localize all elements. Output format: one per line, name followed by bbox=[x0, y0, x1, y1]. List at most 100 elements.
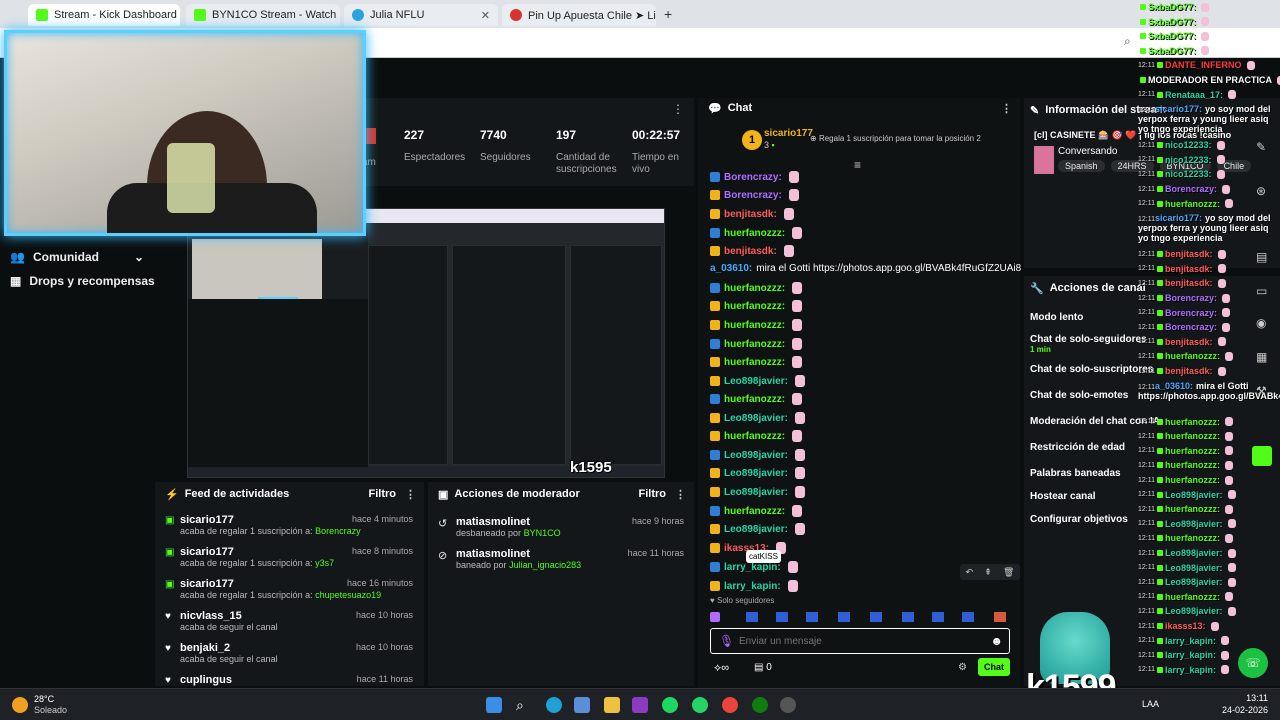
chat-message[interactable]: huerfanozzz: bbox=[710, 356, 803, 368]
chat-message[interactable]: Leo898javier: bbox=[710, 375, 805, 387]
activity-menu-icon[interactable]: ⋮ bbox=[405, 488, 416, 501]
reply-icon[interactable]: ↶ bbox=[966, 567, 974, 578]
chat-message[interactable]: huerfanozzz: bbox=[710, 393, 803, 405]
channel-action-item[interactable]: Hostear canal bbox=[1030, 491, 1096, 502]
chat-message[interactable]: benjitasdk: bbox=[710, 245, 794, 257]
chat-username[interactable]: benjitasdk: bbox=[724, 246, 777, 257]
trash-icon[interactable]: 🗑 bbox=[1003, 567, 1014, 578]
emote-icon[interactable] bbox=[792, 356, 803, 368]
film-icon[interactable]: ▦ bbox=[1256, 350, 1267, 364]
emote-icon[interactable] bbox=[787, 561, 798, 573]
feed-user[interactable]: sicario177 bbox=[180, 514, 234, 526]
send-chat-button[interactable]: Chat bbox=[978, 658, 1010, 676]
emote-icon[interactable] bbox=[792, 282, 803, 294]
tab-kick-dashboard[interactable]: Stream - Kick Dashboard ✕ bbox=[28, 4, 180, 26]
message-icon[interactable]: ▭ bbox=[1256, 284, 1267, 298]
tool-icon[interactable]: ⚒ bbox=[1256, 384, 1267, 398]
emote-icon[interactable] bbox=[783, 208, 794, 220]
chat-username[interactable]: Leo898javier: bbox=[724, 376, 788, 387]
chat-username[interactable]: larry_kapin: bbox=[724, 581, 781, 592]
emote-icon[interactable] bbox=[746, 612, 758, 622]
edge-icon[interactable] bbox=[546, 697, 562, 713]
chat-username[interactable]: larry_kapin: bbox=[724, 562, 781, 573]
close-tab-icon[interactable]: ✕ bbox=[177, 9, 180, 22]
zoom-icon[interactable]: ⌕ bbox=[1124, 34, 1131, 49]
green-action-icon[interactable] bbox=[1252, 446, 1272, 466]
chat-username[interactable]: Leo898javier: bbox=[724, 450, 788, 461]
stats-menu-icon[interactable]: ⋮ bbox=[672, 102, 684, 116]
channel-action-item[interactable]: Configurar objetivos bbox=[1030, 514, 1128, 525]
windows-start-icon[interactable] bbox=[486, 697, 502, 713]
emote-icon[interactable] bbox=[788, 189, 799, 201]
feed-user[interactable]: sicario177 bbox=[180, 578, 234, 590]
emote-icon[interactable] bbox=[792, 300, 803, 312]
mod-target[interactable]: BYN1CO bbox=[524, 528, 561, 538]
chat-message[interactable]: huerfanozzz: bbox=[710, 300, 803, 312]
channel-action-item[interactable]: Modo lento bbox=[1030, 312, 1083, 323]
chat-username[interactable]: Leo898javier: bbox=[724, 487, 788, 498]
nav-item-comunidad[interactable]: 👥 Comunidad ⌄ bbox=[10, 250, 144, 264]
channel-action-item[interactable]: Chat de solo-suscriptores bbox=[1030, 364, 1153, 375]
emote-icon[interactable] bbox=[806, 612, 818, 622]
tab-byn1co-stream[interactable]: BYN1CO Stream - Watch Live o ✕ bbox=[186, 4, 340, 26]
emote-icon[interactable] bbox=[794, 412, 805, 424]
chat-username[interactable]: huerfanozzz: bbox=[724, 301, 785, 312]
emote-icon[interactable] bbox=[794, 523, 805, 535]
emote-icon[interactable] bbox=[794, 375, 805, 387]
mod-user[interactable]: matiasmolinet bbox=[456, 516, 530, 528]
emote-icon[interactable] bbox=[792, 505, 803, 517]
chat-message[interactable]: huerfanozzz: bbox=[710, 505, 803, 517]
clock-time[interactable]: 13:11 bbox=[1228, 693, 1268, 703]
settings-gear-icon[interactable]: ⚙ bbox=[958, 662, 967, 673]
chat-username[interactable]: Leo898javier: bbox=[724, 468, 788, 479]
emote-icon[interactable] bbox=[792, 430, 803, 442]
edit-icon[interactable]: ✎ bbox=[1256, 140, 1266, 154]
collapse-icon[interactable]: ≡ bbox=[854, 158, 861, 172]
nav-item-drops[interactable]: ▦ Drops y recompensas bbox=[10, 274, 155, 288]
list-icon[interactable]: ▤ bbox=[1256, 250, 1267, 264]
whatsapp-icon[interactable] bbox=[692, 697, 708, 713]
close-tab-icon[interactable]: ✕ bbox=[475, 9, 490, 22]
emote-icon[interactable] bbox=[710, 612, 720, 622]
chat-message[interactable]: Leo898javier: bbox=[710, 486, 805, 498]
emote-icon[interactable] bbox=[794, 486, 805, 498]
target-icon[interactable]: ⊛ bbox=[1256, 184, 1266, 198]
chat-message[interactable]: Leo898javier: bbox=[710, 523, 805, 535]
emote-icon[interactable] bbox=[994, 612, 1006, 622]
feed-user[interactable]: sicario177 bbox=[180, 546, 234, 558]
emote-icon[interactable] bbox=[792, 338, 803, 350]
weather-sun-icon[interactable] bbox=[12, 697, 28, 713]
chat-username[interactable]: huerfanozzz: bbox=[724, 394, 785, 405]
chat-input[interactable] bbox=[739, 633, 979, 649]
chat-message[interactable]: huerfanozzz: bbox=[710, 319, 803, 331]
chat-message[interactable]: huerfanozzz: bbox=[710, 430, 803, 442]
chat-username[interactable]: huerfanozzz: bbox=[724, 431, 785, 442]
emote-icon[interactable] bbox=[792, 227, 803, 239]
chat-message[interactable]: a_03610: mira el Gotti https://photos.app… bbox=[710, 263, 1021, 274]
chat-message[interactable]: Leo898javier: bbox=[710, 449, 805, 461]
feed-user[interactable]: cuplingus bbox=[180, 674, 232, 686]
chat-username[interactable]: Borencrazy: bbox=[724, 190, 782, 201]
chat-message[interactable]: huerfanozzz: bbox=[710, 227, 803, 239]
channel-action-item[interactable]: Restricción de edad bbox=[1030, 442, 1125, 453]
emote-icon[interactable] bbox=[794, 467, 805, 479]
feed-target[interactable]: Borencrazy bbox=[315, 526, 361, 536]
file-explorer-icon[interactable] bbox=[604, 697, 620, 713]
emote-icon[interactable] bbox=[962, 612, 974, 622]
pin-icon[interactable]: ⇞ bbox=[984, 567, 992, 578]
emote-icon[interactable] bbox=[787, 580, 798, 592]
emote-icon[interactable] bbox=[932, 612, 944, 622]
chat-username[interactable]: huerfanozzz: bbox=[724, 283, 785, 294]
search-icon[interactable]: ⌕ bbox=[516, 697, 532, 713]
feed-target[interactable]: chupetesuazo19 bbox=[315, 590, 381, 600]
emote-icon[interactable] bbox=[794, 449, 805, 461]
chat-username[interactable]: Borencrazy: bbox=[724, 172, 782, 183]
xbox-icon[interactable] bbox=[752, 697, 768, 713]
feed-target[interactable]: y3s7 bbox=[315, 558, 334, 568]
pinned-user[interactable]: sicario177 bbox=[764, 128, 813, 139]
chat-message[interactable]: Leo898javier: bbox=[710, 412, 805, 424]
emote-icon[interactable] bbox=[792, 319, 803, 331]
emote-icon[interactable] bbox=[788, 171, 799, 183]
clock-date[interactable]: 24-02-2026 bbox=[1214, 705, 1268, 715]
mic-icon[interactable]: 🎙 bbox=[719, 634, 734, 648]
